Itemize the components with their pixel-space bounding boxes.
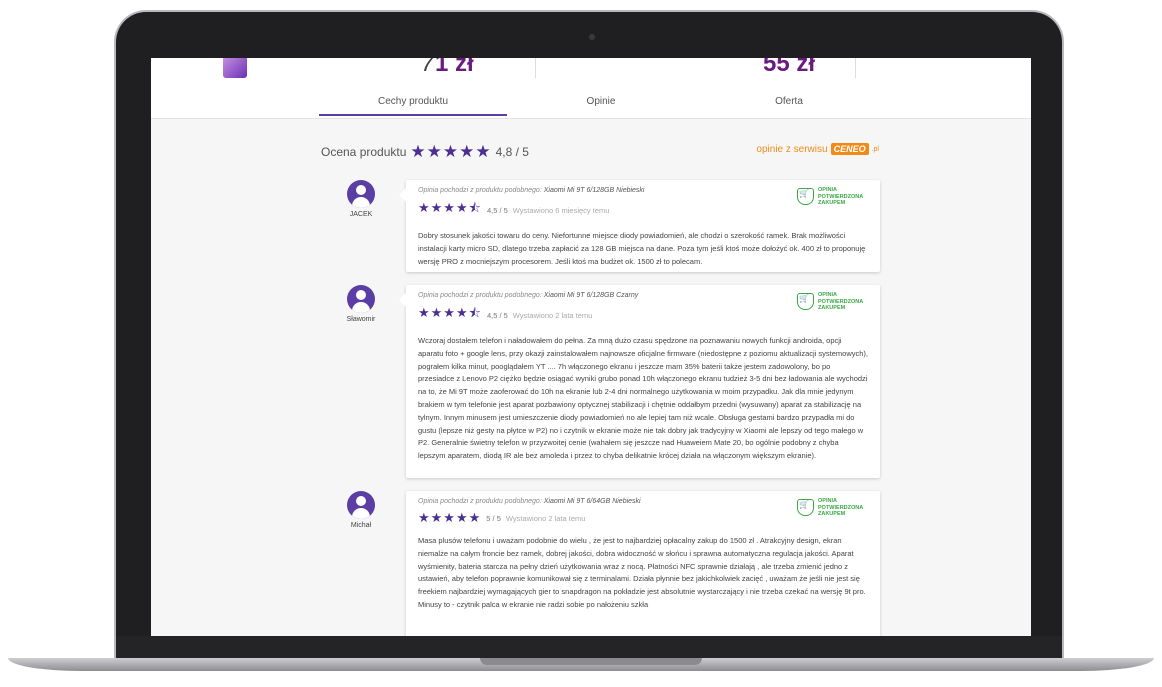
cart-shield-icon <box>797 499 814 517</box>
review-date: Wystawiono 6 miesięcy temu <box>512 205 610 215</box>
review-card: Opinia pochodzi z produktu podobnego: Xi… <box>406 491 880 636</box>
review-text: Wczoraj dostałem telefon i naładowałem d… <box>418 336 869 461</box>
product-thumbnail[interactable] <box>223 58 247 78</box>
badge-text: OPINIA POTWIERDZONA ZAKUPEM <box>818 498 868 518</box>
badge-text: OPINIA POTWIERDZONA ZAKUPEM <box>818 187 868 207</box>
cart-shield-icon <box>797 293 814 311</box>
source-product[interactable]: Xiaomi Mi 9T 6/128GB Niebieski <box>544 187 645 194</box>
badge-line: ZAKUPEM <box>818 511 846 517</box>
ceneo-source[interactable]: opinie z serwisu CENEO .pl <box>756 143 879 155</box>
product-header: 7 1 zł 55 zł Cechy produktu Opinie Ofert… <box>151 58 1031 119</box>
review-card: Opinia pochodzi z produktu podobnego: Xi… <box>399 285 880 478</box>
review-score: 4,5 / 5 <box>486 205 508 215</box>
divider <box>855 58 856 78</box>
user-name: Michał <box>350 522 372 529</box>
ceneo-logo: CENEO <box>830 143 869 155</box>
tab-label: Opinie <box>586 96 616 107</box>
review-stars-icon: ★★★★⯪ <box>418 200 482 215</box>
badge-line: ZAKUPEM <box>818 200 846 206</box>
review-score: 4,5 / 5 <box>486 310 508 320</box>
review-card: Opinia pochodzi z produktu podobnego: Xi… <box>399 180 880 272</box>
review-text: Masa plusów telefonu i uważam podobnie d… <box>418 536 866 609</box>
browser-screen: 7 1 zł 55 zł Cechy produktu Opinie Ofert… <box>151 58 1031 636</box>
review-text: Dobry stosunek jakości towaru do ceny. N… <box>418 231 866 266</box>
rating-label: Ocena produktu <box>321 145 407 159</box>
divider <box>535 58 536 78</box>
source-prefix: Opinia pochodzi z produktu podobnego: <box>418 498 542 505</box>
tab-label: Cechy produktu <box>377 96 449 107</box>
review-stars-icon: ★★★★⯪ <box>418 305 482 320</box>
user-name: JACEK <box>349 211 373 218</box>
badge-line: OPINIA <box>818 187 837 193</box>
ceneo-text: opinie z serwisu <box>756 143 828 155</box>
badge-line: OPINIA <box>818 292 837 298</box>
source-prefix: Opinia pochodzi z produktu podobnego: <box>418 292 542 299</box>
product-rating: Ocena produktu ★★★★★ 4,8 / 5 <box>321 142 529 162</box>
badge-line: OPINIA <box>818 498 837 504</box>
active-tab-indicator <box>319 114 507 116</box>
source-product[interactable]: Xiaomi Mi 9T 6/64GB Niebieski <box>544 498 641 505</box>
verified-purchase-badge: OPINIAPOTWIERDZONAZAKUPEM <box>797 187 868 207</box>
cart-shield-icon <box>797 188 814 206</box>
badge-text: OPINIA POTWIERDZONA ZAKUPEM <box>818 292 868 312</box>
review-stars-icon: ★★★★★ <box>418 510 482 525</box>
rating-stars-icon: ★★★★★ <box>410 142 492 161</box>
tab-offer[interactable]: Oferta <box>695 96 883 107</box>
review-score: 5 / 5 <box>486 513 501 523</box>
user-avatar-icon <box>347 180 375 208</box>
verified-purchase-badge: OPINIAPOTWIERDZONAZAKUPEM <box>797 498 868 518</box>
verified-purchase-badge: OPINIAPOTWIERDZONAZAKUPEM <box>797 292 868 312</box>
badge-line: POTWIERDZONA <box>818 193 864 200</box>
laptop-notch <box>480 658 702 665</box>
tab-features[interactable]: Cechy produktu <box>319 96 507 107</box>
review-user: Michał <box>336 491 386 529</box>
review-date: Wystawiono 2 lata temu <box>512 310 593 320</box>
user-name: Sławomir <box>346 316 376 323</box>
new-price: 1 zł <box>435 58 474 77</box>
source-prefix: Opinia pochodzi z produktu podobnego: <box>418 187 542 194</box>
rating-value: 4,8 / 5 <box>495 145 529 159</box>
user-avatar-icon <box>347 491 375 519</box>
source-product[interactable]: Xiaomi Mi 9T 6/128GB Czarny <box>544 292 639 299</box>
review-date: Wystawiono 2 lata temu <box>505 513 586 523</box>
review-user: Sławomir <box>336 285 386 323</box>
badge-line: POTWIERDZONA <box>818 504 864 511</box>
tab-label: Oferta <box>775 96 803 107</box>
camera-dot <box>589 34 595 40</box>
ceneo-suffix: .pl <box>871 145 879 153</box>
badge-line: ZAKUPEM <box>818 305 846 311</box>
tab-reviews[interactable]: Opinie <box>507 96 695 107</box>
offer-price: 55 zł <box>763 58 816 77</box>
review-user: JACEK <box>336 180 386 218</box>
user-avatar-icon <box>347 285 375 313</box>
badge-line: POTWIERDZONA <box>818 298 864 305</box>
old-price: 7 <box>421 58 435 77</box>
